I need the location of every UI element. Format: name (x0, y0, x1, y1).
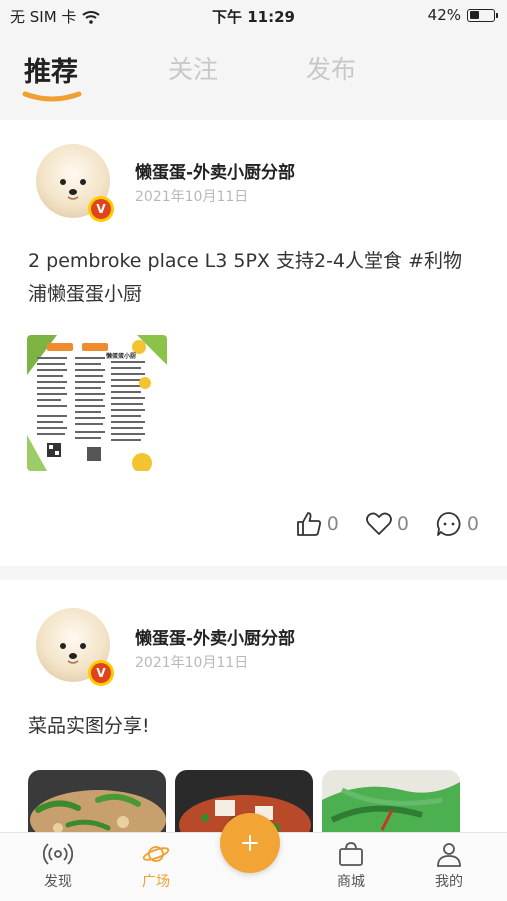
comment-button[interactable]: 0 (435, 510, 479, 538)
nav-discover[interactable]: 发现 (28, 841, 88, 891)
post-date: 2021年10月11日 (135, 655, 249, 671)
post-text: 菜品实图分享! (28, 715, 150, 737)
bottom-nav: 发现 广场 商城 我的 (0, 813, 507, 901)
verified-badge: V (88, 196, 114, 222)
planet-icon (142, 846, 170, 862)
like-button[interactable]: 0 (295, 510, 339, 538)
post-text: 2 pembroke place L3 5PX 支持2-4人堂食 #利物浦懒蛋蛋… (28, 250, 462, 305)
verified-v-icon: V (91, 199, 111, 219)
avatar[interactable]: V (36, 144, 114, 222)
status-bar: 无 SIM 卡 下午 11:29 42% (0, 0, 507, 30)
battery-percent: 42% (427, 6, 461, 24)
menu-image[interactable]: 懒蛋蛋小厨 (27, 335, 167, 471)
post-actions: 0 0 0 (269, 510, 479, 538)
food-photo-greens-icon (322, 770, 460, 840)
nav-label: 广场 (142, 874, 170, 890)
nav-label: 发现 (44, 874, 72, 890)
favorite-count: 0 (396, 513, 409, 535)
plus-icon (242, 835, 258, 851)
top-tabs: 推荐 关注 发布 (0, 30, 507, 118)
tab-follow[interactable]: 关注 (168, 50, 218, 86)
menu-image-caption: 懒蛋蛋小厨 (106, 353, 137, 360)
nav-profile[interactable]: 我的 (419, 841, 479, 891)
create-post-button[interactable] (220, 813, 280, 873)
comment-bubble-icon (436, 512, 461, 536)
verified-badge: V (88, 660, 114, 686)
nav-label: 我的 (435, 874, 463, 890)
favorite-button[interactable]: 0 (365, 510, 409, 538)
post-card[interactable]: V 懒蛋蛋-外卖小厨分部 2021年10月11日 2 pembroke plac… (0, 120, 507, 566)
status-right: 42% (427, 6, 498, 24)
person-icon (437, 843, 461, 867)
thumbs-up-icon (296, 512, 321, 536)
food-photo[interactable] (322, 770, 460, 840)
tab-publish[interactable]: 发布 (306, 50, 356, 86)
comment-count: 0 (466, 513, 479, 535)
menu-thumbnail-icon (27, 335, 167, 471)
verified-v-icon: V (91, 663, 111, 683)
author-name[interactable]: 懒蛋蛋-外卖小厨分部 (135, 158, 295, 183)
author-name[interactable]: 懒蛋蛋-外卖小厨分部 (135, 624, 295, 649)
avatar[interactable]: V (36, 608, 114, 686)
nav-label: 商城 (337, 874, 365, 890)
nav-mall[interactable]: 商城 (321, 841, 381, 891)
food-photo[interactable] (28, 770, 166, 840)
battery-icon (467, 8, 498, 22)
broadcast-icon (43, 843, 73, 865)
heart-icon (365, 512, 392, 535)
post-date: 2021年10月11日 (135, 189, 249, 205)
tab-recommend[interactable]: 推荐 (24, 50, 78, 89)
like-count: 0 (326, 513, 339, 535)
nav-square[interactable]: 广场 (126, 841, 186, 891)
shopping-bag-icon (339, 842, 363, 866)
food-photo-peppers-icon (28, 770, 166, 840)
post-card[interactable]: V 懒蛋蛋-外卖小厨分部 2021年10月11日 菜品实图分享! (0, 580, 507, 840)
tab-underline-icon (22, 91, 82, 102)
